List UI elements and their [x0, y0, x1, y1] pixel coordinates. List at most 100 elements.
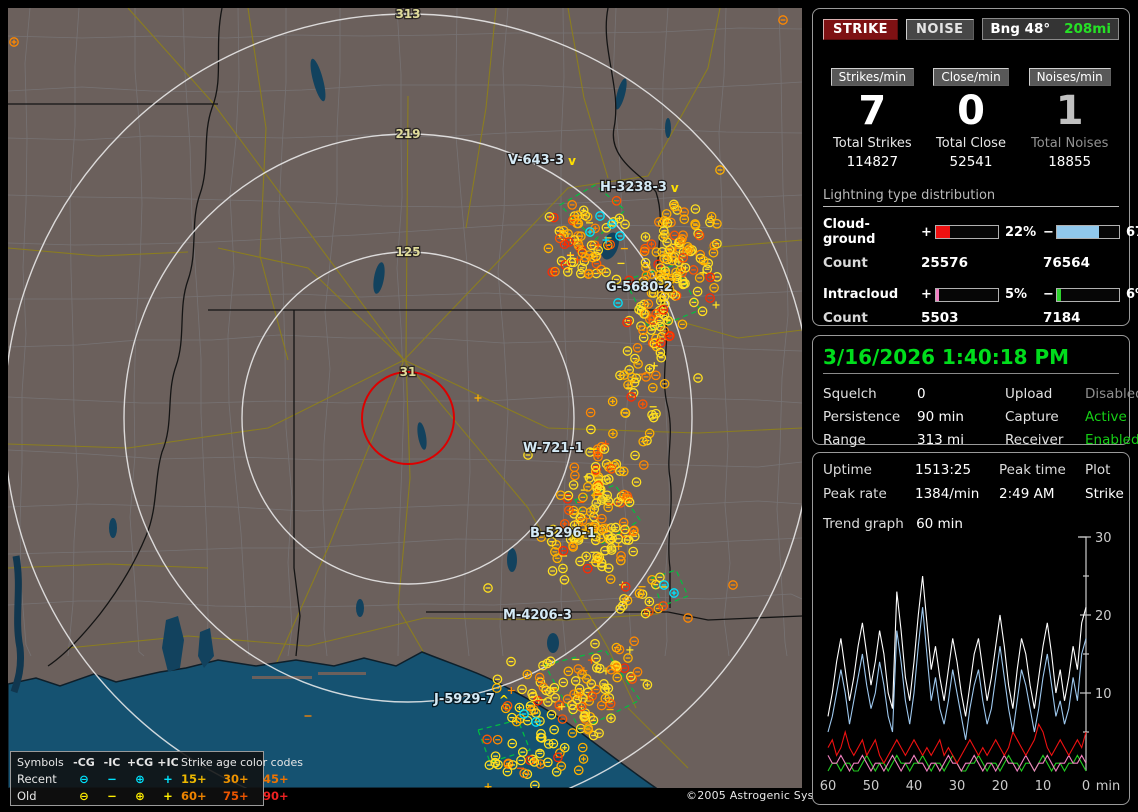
trend-graph: 10 20 30 60 50 40 30 20 10 0 min: [820, 531, 1121, 794]
minus-sign: −: [1043, 224, 1054, 240]
barrier-island: [318, 672, 366, 675]
bearing-value: Bng 48°: [990, 21, 1051, 37]
uptime-grid: Uptime 1513:25 Peak time Plot Peak rate …: [823, 462, 1124, 502]
cloud-ground-counts: Count 25576 76564: [823, 255, 1119, 271]
legend-col-ic-minus: -IC: [103, 756, 121, 769]
ic-plus-bar: [935, 287, 999, 302]
plot-value: Strike: [1085, 486, 1124, 502]
svg-text:20: 20: [1095, 609, 1112, 624]
cloud-ground-row: Cloud-ground + 22% − 67%: [823, 217, 1138, 247]
bearing-readout: Bng 48° 208mi: [982, 18, 1119, 40]
squelch-label: Squelch: [823, 386, 877, 402]
legend-col-cg-plus: +CG: [126, 756, 154, 769]
cg-plus-old-icon: ⊕: [135, 789, 145, 803]
svg-text:10: 10: [1095, 687, 1112, 702]
storm-cell-trend-marker: v: [671, 181, 679, 195]
total-strikes-label: Total Strikes: [833, 136, 912, 151]
squelch-value: 0: [917, 386, 926, 402]
cg-minus-recent-icon: ⊖: [79, 772, 89, 786]
trend-series-cg-: [827, 607, 1087, 740]
peak-time-value: 2:49 AM: [999, 486, 1055, 502]
ic-plus-old-icon: +: [163, 789, 173, 803]
strikes-per-min-value: 7: [858, 88, 887, 134]
cg-minus-old-icon: ⊖: [79, 789, 89, 803]
total-close-label: Total Close: [936, 136, 1006, 151]
age-90: 90+: [263, 789, 289, 803]
strike-legend: Symbols -CG -IC +CG +IC Strike age color…: [10, 751, 303, 806]
peak-rate-label: Peak rate: [823, 486, 887, 502]
close-per-min-counter: Close/min 0 Total Close 52541: [922, 66, 1021, 170]
close-per-min-value: 0: [957, 88, 985, 134]
legend-col-cg-minus: -CG: [73, 756, 95, 769]
barrier-island: [252, 676, 312, 679]
cloud-ground-label: Cloud-ground: [823, 217, 876, 247]
capture-status: Active: [1085, 409, 1127, 425]
age-45: 45+: [263, 772, 289, 786]
strikes-per-min-label: Strikes/min: [830, 68, 915, 86]
strike-mode-button[interactable]: STRIKE: [823, 18, 899, 40]
storm-cell-trend-marker: ^: [499, 693, 509, 707]
ic-minus-old-icon: −: [107, 789, 117, 803]
total-strikes-value: 114827: [846, 154, 899, 170]
legend-symbols-label: Symbols: [17, 756, 64, 769]
range-label: Range: [823, 432, 866, 448]
persistence-label: Persistence: [823, 409, 901, 425]
upload-label: Upload: [1005, 386, 1053, 402]
total-noises-label: Total Noises: [1031, 136, 1109, 151]
range-ring-label: 125: [395, 245, 420, 259]
svg-text:40: 40: [906, 779, 923, 794]
age-15: 15+: [181, 772, 207, 786]
cg-minus-bar: [1056, 225, 1120, 239]
storm-cell-label: G-5680-2: [606, 280, 673, 295]
storm-cell-trend-marker: v: [568, 154, 576, 168]
uptime-label: Uptime: [823, 462, 872, 478]
strike-counters-panel: STRIKE NOISE Bng 48° 208mi Strikes/min 7…: [812, 8, 1138, 326]
lightning-map[interactable]: 313 219 125 31 V-643-3 v H-3238-3 v G-5680-2 W-72…: [8, 8, 802, 806]
minus-sign: −: [1043, 287, 1054, 302]
receiver-status: Enabled: [1085, 432, 1138, 448]
noise-mode-button[interactable]: NOISE: [906, 18, 974, 40]
ic-minus-count: 7184: [1043, 310, 1081, 326]
legend-age-header: Strike age color codes: [181, 756, 303, 769]
status-grid: Squelch 0 Upload Disabled Persistence 90…: [823, 386, 1138, 448]
plus-sign: +: [921, 224, 932, 240]
legend-recent-row: Recent ⊖ − ⊕ + 15+ 30+ 45+: [17, 771, 289, 788]
ic-minus-pct: 6%: [1126, 287, 1138, 302]
storm-cell-label: H-3238-3: [600, 180, 667, 195]
svg-text:50: 50: [863, 779, 880, 794]
rate-counters: Strikes/min 7 Total Strikes 114827 Close…: [823, 66, 1119, 170]
peak-time-label: Peak time: [999, 462, 1066, 478]
svg-text:10: 10: [1035, 779, 1052, 794]
svg-text:60: 60: [820, 779, 837, 794]
age-30: 30+: [223, 772, 249, 786]
noises-per-min-label: Noises/min: [1028, 68, 1111, 86]
datetime-display: 3/16/2026 1:40:18 PM: [823, 345, 1119, 374]
total-close-value: 52541: [949, 154, 993, 170]
upload-status: Disabled: [1085, 386, 1138, 402]
intracloud-counts: Count 5503 7184: [823, 310, 1119, 326]
legend-col-ic-plus: +IC: [157, 756, 179, 769]
svg-text:30: 30: [1095, 531, 1112, 546]
intracloud-row: Intracloud + 5% − 6%: [823, 287, 1138, 302]
ic-plus-pct: 5%: [1005, 287, 1028, 302]
mode-button-row: STRIKE NOISE Bng 48° 208mi: [823, 18, 1119, 40]
legend-old-row: Old ⊖ − ⊕ + 60+ 75+ 90+: [17, 788, 289, 805]
persistence-value: 90 min: [917, 409, 964, 425]
bearing-distance: 208mi: [1064, 21, 1111, 37]
plus-sign: +: [921, 287, 932, 302]
status-panel: 3/16/2026 1:40:18 PM Squelch 0 Upload Di…: [812, 335, 1138, 448]
noises-per-min-value: 1: [1055, 88, 1084, 134]
capture-label: Capture: [1005, 409, 1059, 425]
storm-cell-label: M-4206-3: [503, 608, 572, 623]
ic-minus-bar: [1056, 287, 1120, 302]
total-noises-value: 18855: [1048, 154, 1092, 170]
close-per-min-label: Close/min: [933, 68, 1009, 86]
storm-cell-label: B-5296-1: [530, 526, 596, 541]
intracloud-label: Intracloud: [823, 287, 899, 302]
range-value: 313 mi: [917, 432, 964, 448]
svg-text:30: 30: [949, 779, 966, 794]
map-canvas: 313 219 125 31 V-643-3 v H-3238-3 v G-5680-2 W-72…: [8, 8, 802, 788]
cg-plus-pct: 22%: [1005, 224, 1037, 240]
cg-plus-count: 25576: [921, 255, 968, 271]
legend-recent-label: Recent: [17, 772, 57, 786]
